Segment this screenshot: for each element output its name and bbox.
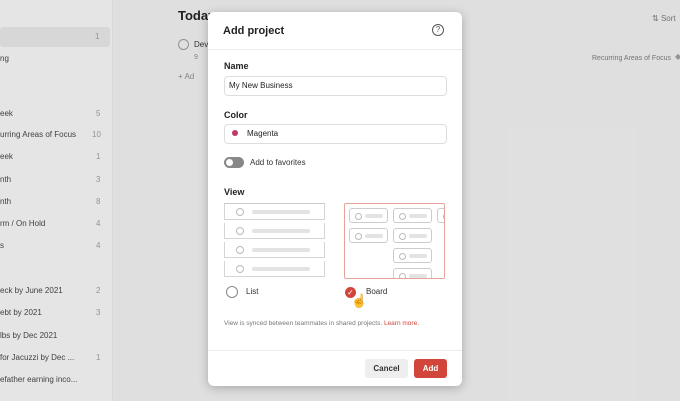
cancel-button[interactable]: Cancel [365,359,408,378]
name-label: Name [224,61,249,71]
favorites-label: Add to favorites [250,158,306,167]
list-preview-row [224,223,325,239]
list-preview-row [224,242,325,258]
board-preview-card [349,208,388,223]
name-input[interactable] [225,77,429,93]
list-preview-row [224,204,325,220]
list-view-label: List [246,287,259,296]
add-button[interactable]: Add [414,359,447,378]
board-preview-card [437,208,444,223]
name-field[interactable] [224,76,447,96]
color-swatch [232,130,238,136]
divider [208,350,462,351]
list-view-preview[interactable] [224,203,325,280]
learn-more-link[interactable]: Learn more. [384,320,419,327]
board-preview-card [393,228,432,243]
list-preview-row [224,261,325,277]
color-select[interactable]: Magenta [224,124,447,144]
add-project-dialog: Add project ? Name Color Magenta Add to … [208,12,462,386]
favorites-toggle[interactable] [224,157,244,168]
board-view-preview[interactable] [344,203,445,279]
color-label: Color [224,110,248,120]
board-view-label: Board [366,287,388,296]
divider [208,49,462,50]
sync-note-text: View is synced between teammates in shar… [224,320,383,327]
view-label: View [224,187,245,197]
list-view-radio[interactable] [226,286,238,298]
color-value: Magenta [247,129,279,138]
board-preview-card [393,208,432,223]
help-icon[interactable]: ? [432,24,444,36]
toggle-knob [226,159,233,166]
dialog-title: Add project [223,25,285,37]
sync-note: View is synced between teammates in shar… [224,319,446,329]
board-preview-card [349,228,388,243]
board-preview-card [393,268,432,278]
board-preview-card [393,248,432,263]
hand-cursor-icon: ☝ [351,293,368,308]
